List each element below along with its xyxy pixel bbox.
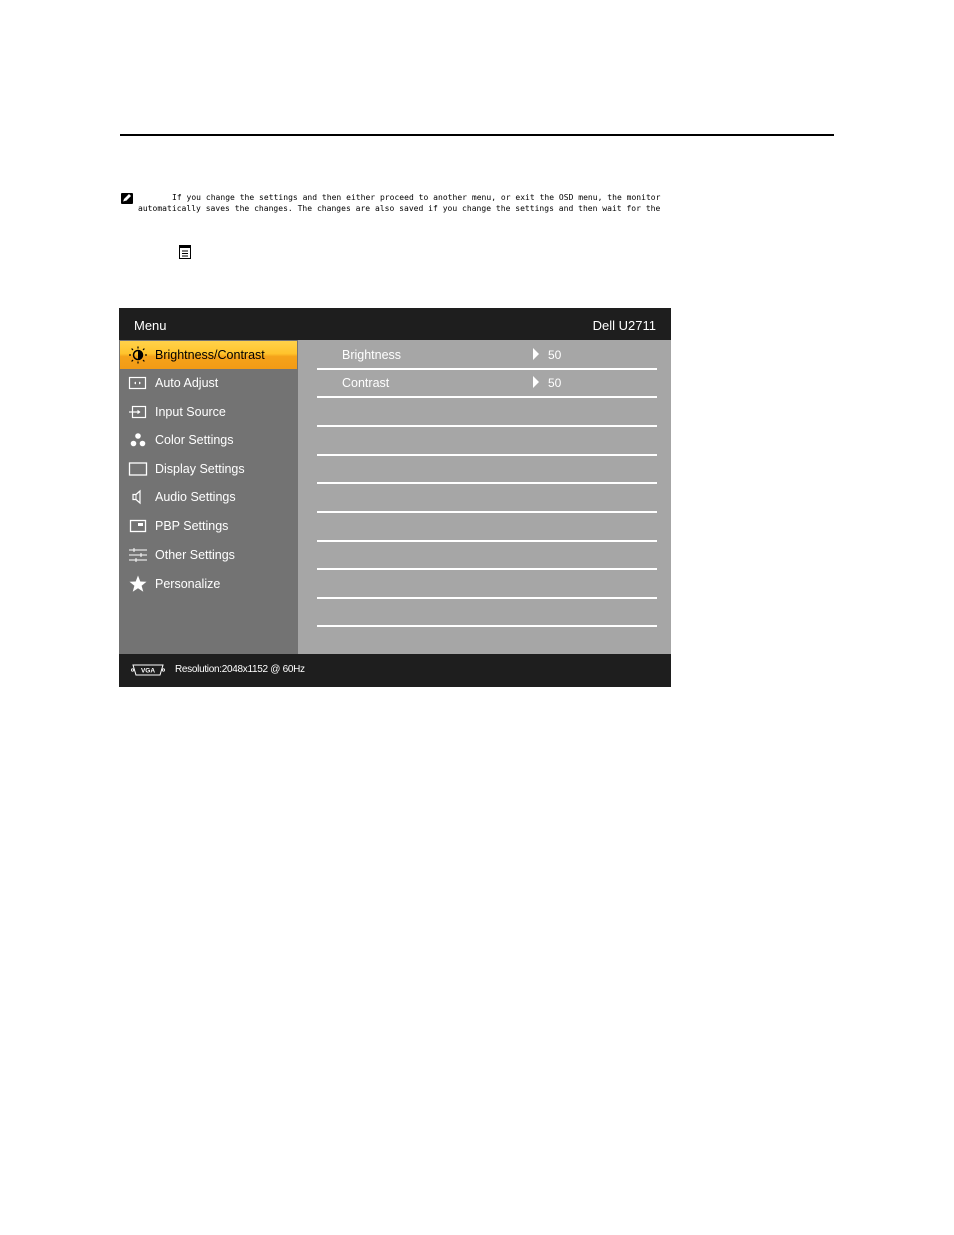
resolution-status: Resolution:2048x1152 @ 60Hz (175, 664, 305, 675)
auto-adjust-icon (128, 374, 148, 392)
row-divider (317, 454, 657, 456)
row-divider (317, 396, 657, 398)
menu-item-personalize[interactable]: Personalize (120, 570, 297, 598)
menu-item-brightness-contrast[interactable]: Brightness/Contrast (120, 341, 297, 369)
row-divider (317, 425, 657, 427)
color-dots-icon (128, 431, 148, 449)
note-text-line-1: If you change the settings and then eith… (172, 193, 661, 202)
osd-menu: Menu Dell U2711 Brightness/Contrast Auto… (119, 308, 671, 687)
row-divider (317, 540, 657, 542)
menu-item-label: Brightness/Contrast (155, 348, 265, 362)
input-source-icon (128, 403, 148, 421)
menu-item-label: Personalize (155, 577, 221, 591)
section-divider (120, 134, 834, 136)
osd-model-name: Dell U2711 (592, 318, 656, 333)
menu-item-auto-adjust[interactable]: Auto Adjust (120, 369, 297, 397)
arrow-right-icon (533, 348, 539, 360)
arrow-right-icon (533, 376, 539, 388)
option-value-brightness: 50 (548, 348, 562, 362)
option-value-contrast: 50 (548, 376, 562, 390)
menu-item-input-source[interactable]: Input Source (120, 398, 297, 426)
star-icon (128, 575, 148, 593)
menu-item-display-settings[interactable]: Display Settings (120, 455, 297, 483)
svg-text:VGA: VGA (141, 668, 155, 675)
row-divider (317, 597, 657, 599)
option-label-brightness[interactable]: Brightness (342, 348, 401, 362)
row-divider (317, 368, 657, 370)
display-rectangle-icon (128, 460, 148, 478)
menu-item-color-settings[interactable]: Color Settings (120, 426, 297, 454)
menu-item-audio-settings[interactable]: Audio Settings (120, 483, 297, 511)
menu-item-label: Other Settings (155, 548, 235, 562)
menu-item-label: Input Source (155, 405, 226, 419)
menu-list-icon (179, 244, 191, 259)
menu-item-label: Audio Settings (155, 490, 236, 504)
row-divider (317, 482, 657, 484)
vga-connector-icon: VGA (130, 663, 166, 676)
note-pencil-icon (121, 193, 133, 204)
menu-item-pbp-settings[interactable]: PBP Settings (120, 512, 297, 540)
menu-item-other-settings[interactable]: Other Settings (120, 541, 297, 569)
osd-header: Menu Dell U2711 (119, 308, 671, 340)
row-divider (317, 568, 657, 570)
menu-item-label: PBP Settings (155, 519, 229, 533)
menu-item-label: Color Settings (155, 433, 234, 447)
osd-footer: VGA Resolution:2048x1152 @ 60Hz (119, 654, 671, 687)
menu-item-label: Display Settings (155, 462, 245, 476)
menu-item-label: Auto Adjust (155, 376, 219, 390)
note-text-line-2: automatically saves the changes. The cha… (138, 204, 661, 213)
osd-title: Menu (134, 318, 167, 333)
sun-icon (128, 346, 148, 364)
speaker-icon (128, 488, 148, 506)
osd-main-menu: Brightness/Contrast Auto Adjust Input So… (119, 340, 298, 654)
sliders-icon (128, 546, 148, 564)
row-divider (317, 511, 657, 513)
option-label-contrast[interactable]: Contrast (342, 376, 389, 390)
row-divider (317, 625, 657, 627)
pbp-icon (128, 517, 148, 535)
